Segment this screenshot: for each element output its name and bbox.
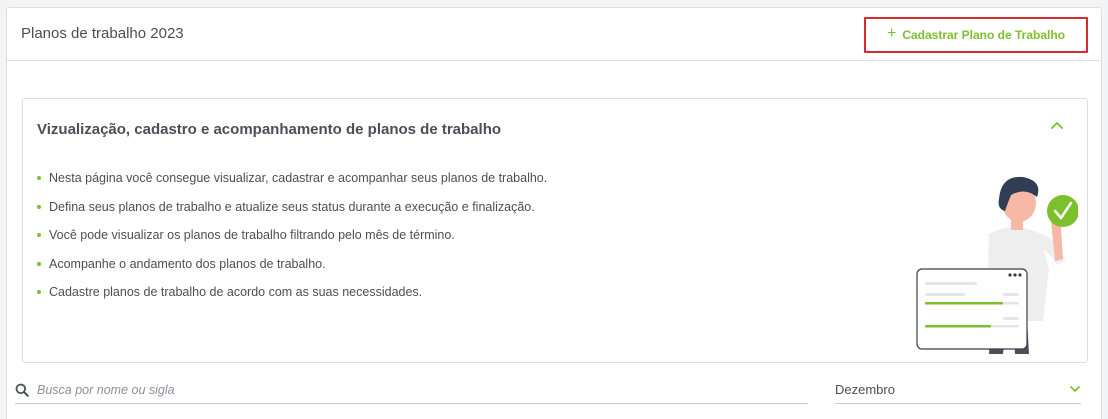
month-select-value: Dezembro — [835, 382, 895, 397]
info-bullet-list: Nesta página você consegue visualizar, c… — [37, 169, 547, 312]
bullet-dot — [37, 233, 41, 237]
bullet-dot — [37, 176, 41, 180]
list-item-text: Defina seus planos de trabalho e atualiz… — [49, 199, 535, 214]
page-title: Planos de trabalho 2023 — [21, 25, 184, 42]
add-work-plan-label: Cadastrar Plano de Trabalho — [902, 28, 1066, 42]
bullet-dot — [37, 204, 41, 209]
add-work-plan-button[interactable]: + Cadastrar Plano de Trabalho — [864, 17, 1088, 53]
chevron-up-icon[interactable] — [1048, 117, 1066, 135]
list-item: Acompanhe o andamento dos planos de trab… — [37, 255, 547, 284]
list-item-text: Acompanhe o andamento dos planos de trab… — [49, 256, 326, 271]
list-item: Defina seus planos de trabalho e atualiz… — [37, 198, 547, 227]
search-icon — [15, 383, 29, 397]
month-select[interactable]: Dezembro — [835, 378, 1081, 404]
info-card: Vizualização, cadastro e acompanhamento … — [22, 98, 1088, 363]
list-item: Cadastre planos de trabalho de acordo co… — [37, 283, 547, 312]
list-item-text: Nesta página você consegue visualizar, c… — [49, 171, 548, 185]
chevron-down-icon — [1070, 386, 1080, 392]
work-plans-panel: Planos de trabalho 2023 + Cadastrar Plan… — [6, 7, 1102, 419]
list-item: Nesta página você consegue visualizar, c… — [37, 169, 547, 198]
bullet-dot — [37, 261, 41, 266]
search-field — [15, 378, 808, 404]
search-input[interactable] — [37, 381, 797, 399]
list-item-text: Cadastre planos de trabalho de acordo co… — [49, 285, 423, 299]
bullet-dot — [37, 290, 41, 294]
list-item-text: Você pode visualizar os planos de trabal… — [49, 228, 455, 242]
info-card-title: Vizualização, cadastro e acompanhamento … — [37, 121, 502, 138]
list-item: Você pode visualizar os planos de trabal… — [37, 226, 547, 255]
person-with-checklist-illustration — [916, 176, 1078, 354]
plus-icon: + — [886, 25, 897, 42]
panel-header: Planos de trabalho 2023 + Cadastrar Plan… — [7, 8, 1101, 61]
